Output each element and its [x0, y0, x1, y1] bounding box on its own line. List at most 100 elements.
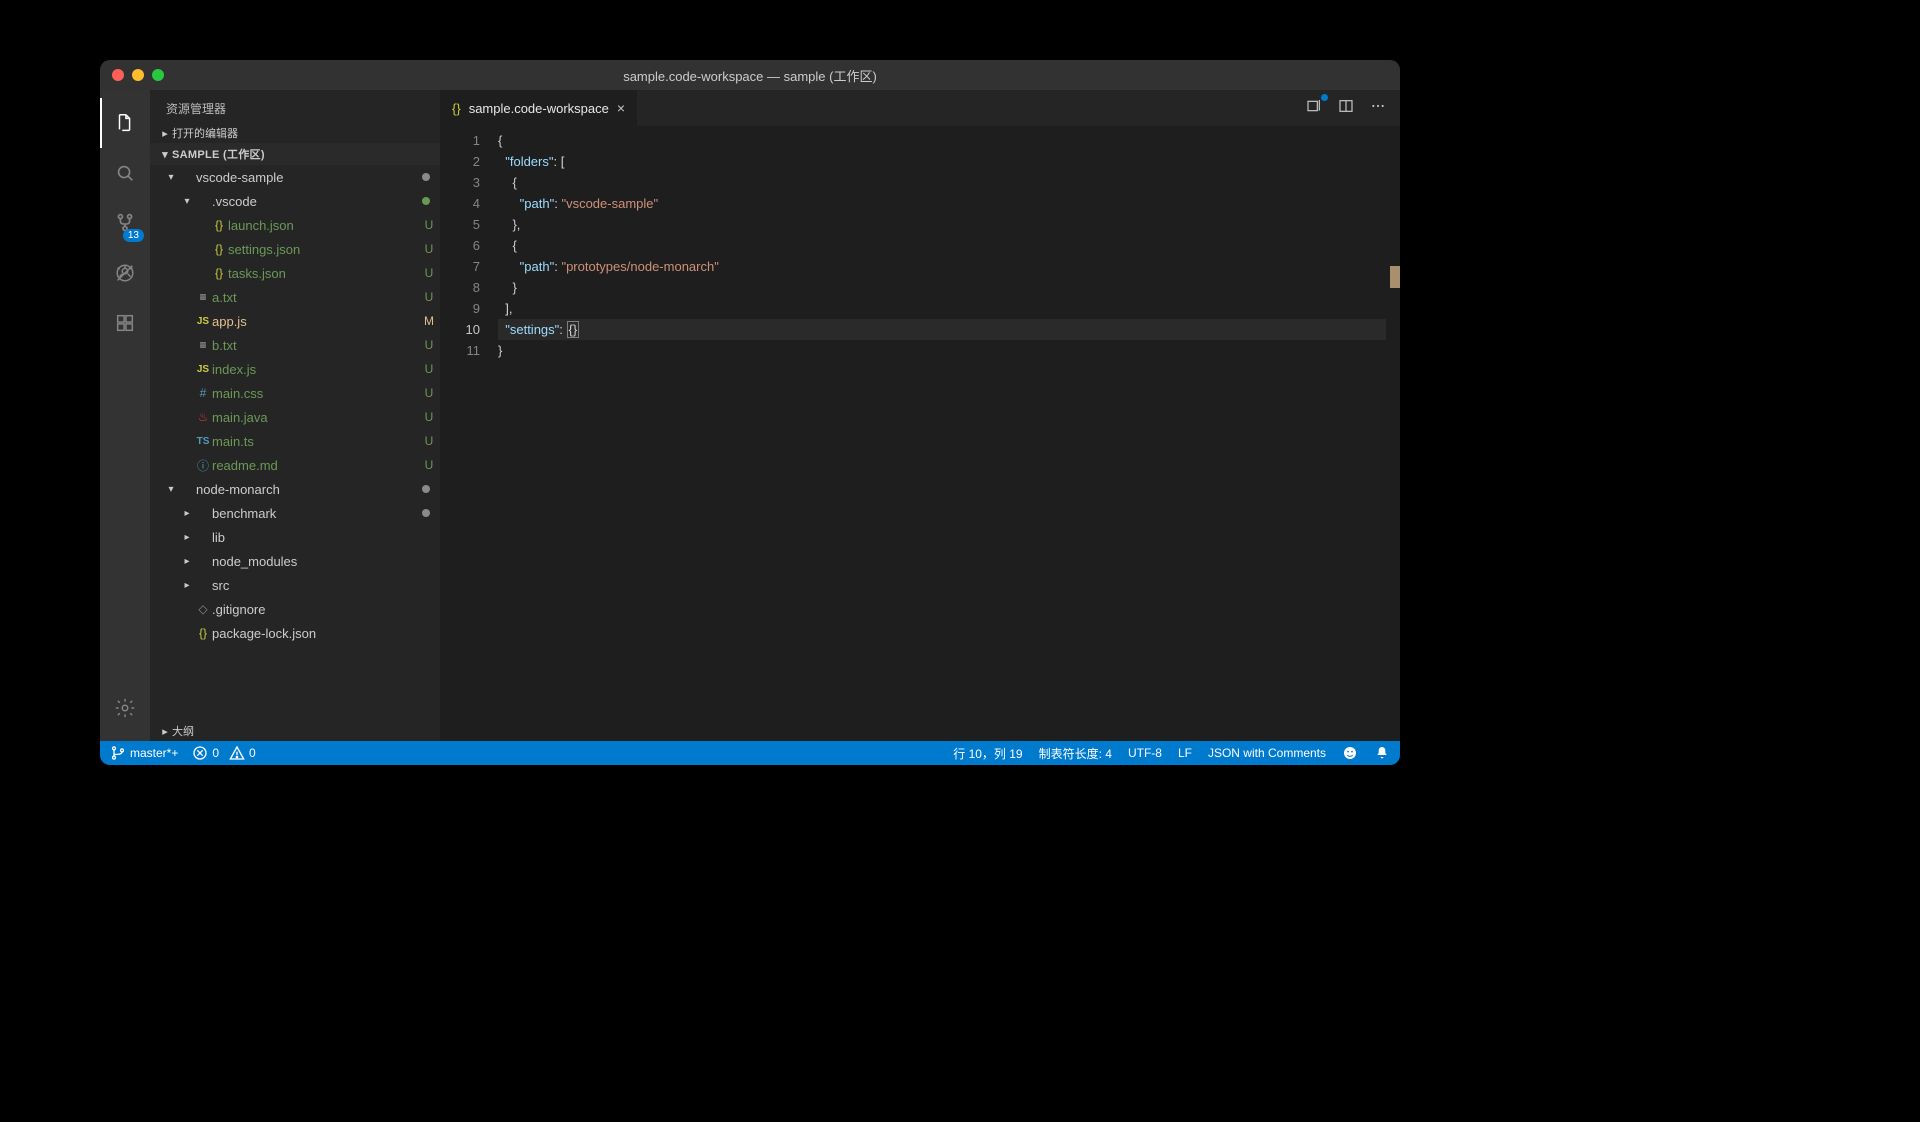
outline-section[interactable]: ▸ 大纲: [150, 721, 440, 741]
json-icon: {}: [194, 626, 212, 640]
close-icon[interactable]: ×: [617, 100, 625, 116]
js-icon: JS: [194, 364, 212, 375]
git-status-dot: [418, 482, 440, 496]
window-close-button[interactable]: [112, 69, 124, 81]
git-status: U: [418, 410, 440, 424]
ts-icon: TS: [194, 436, 212, 447]
folder-row[interactable]: ▸ node_modules: [150, 549, 440, 573]
vscode-window: sample.code-workspace — sample (工作区) 13: [100, 60, 1400, 765]
debug-icon[interactable]: [100, 248, 150, 298]
open-editors-section[interactable]: ▸ 打开的编辑器: [150, 123, 440, 143]
folder-row[interactable]: ▾.vscode: [150, 189, 440, 213]
tree-item-label: main.java: [212, 410, 418, 425]
tree-item-label: .vscode: [212, 194, 418, 209]
search-icon[interactable]: [100, 148, 150, 198]
json-icon: {}: [210, 242, 228, 256]
problems[interactable]: 0 0: [192, 745, 255, 761]
js-icon: JS: [194, 316, 212, 327]
editor-actions: [1306, 90, 1400, 126]
feedback-icon[interactable]: [1342, 745, 1358, 761]
tree-item-label: node_modules: [212, 554, 418, 569]
diff-icon[interactable]: [1306, 98, 1322, 119]
tab-label: sample.code-workspace: [469, 101, 609, 116]
explorer-icon[interactable]: [100, 98, 150, 148]
editor-group: {} sample.code-workspace ×: [440, 90, 1400, 741]
sidebar-header: 资源管理器: [150, 90, 440, 123]
git-status-dot: [418, 194, 440, 208]
branch-name: master*+: [130, 746, 178, 760]
tree-item-label: main.ts: [212, 434, 418, 449]
tree-item-label: src: [212, 578, 418, 593]
minimap[interactable]: [1386, 126, 1400, 741]
sidebar: 资源管理器 ▸ 打开的编辑器 ▾ SAMPLE (工作区) ▾vscode-sa…: [150, 90, 440, 741]
file-row[interactable]: {}launch.jsonU: [150, 213, 440, 237]
traffic-lights: [100, 69, 164, 81]
file-row[interactable]: ≡a.txtU: [150, 285, 440, 309]
git-icon: ◇: [194, 602, 212, 616]
code-editor[interactable]: 1234567891011 { "folders": [ { "path": "…: [440, 126, 1400, 741]
folder-row[interactable]: ▸benchmark: [150, 501, 440, 525]
folder-row[interactable]: ▾vscode-sample: [150, 165, 440, 189]
file-row[interactable]: JSapp.jsM: [150, 309, 440, 333]
git-status: U: [418, 434, 440, 448]
language-mode[interactable]: JSON with Comments: [1208, 746, 1326, 760]
file-row[interactable]: ♨main.javaU: [150, 405, 440, 429]
tree-item-label: settings.json: [228, 242, 418, 257]
folder-row[interactable]: ▸lib: [150, 525, 440, 549]
extensions-icon[interactable]: [100, 298, 150, 348]
java-icon: ♨: [194, 410, 212, 424]
git-status: U: [418, 362, 440, 376]
file-row[interactable]: JSindex.jsU: [150, 357, 440, 381]
tree-item-label: readme.md: [212, 458, 418, 473]
tree-item-label: a.txt: [212, 290, 418, 305]
chevron-right-icon: ▸: [158, 127, 172, 140]
cursor-position[interactable]: 行 10，列 19: [953, 745, 1022, 762]
more-actions-icon[interactable]: [1370, 98, 1386, 119]
file-row[interactable]: ≡b.txtU: [150, 333, 440, 357]
json-icon: {}: [210, 218, 228, 232]
chevron-down-icon: ▾: [158, 148, 172, 161]
settings-gear-icon[interactable]: [100, 683, 150, 733]
chevron-right-icon: ▸: [180, 556, 194, 567]
git-status: U: [418, 290, 440, 304]
eol[interactable]: LF: [1178, 746, 1192, 760]
chevron-right-icon: ▸: [180, 580, 194, 591]
chevron-right-icon: ▸: [158, 725, 172, 738]
git-status: U: [418, 242, 440, 256]
window-minimize-button[interactable]: [132, 69, 144, 81]
chevron-right-icon: ▸: [180, 508, 194, 519]
split-editor-icon[interactable]: [1338, 98, 1354, 119]
activity-bar: 13: [100, 90, 150, 741]
diff-badge: [1321, 94, 1328, 101]
tab-bar: {} sample.code-workspace ×: [440, 90, 1400, 126]
file-tree: ▾vscode-sample▾.vscode{}launch.jsonU{}se…: [150, 165, 440, 721]
notifications-icon[interactable]: [1374, 745, 1390, 761]
file-row[interactable]: #main.cssU: [150, 381, 440, 405]
tree-item-label: app.js: [212, 314, 418, 329]
git-status: U: [418, 338, 440, 352]
file-row[interactable]: ◇.gitignore: [150, 597, 440, 621]
file-row[interactable]: {}tasks.jsonU: [150, 261, 440, 285]
file-row[interactable]: ⓘreadme.mdU: [150, 453, 440, 477]
chevron-down-icon: ▾: [164, 172, 178, 183]
status-right: 行 10，列 19 制表符长度: 4 UTF-8 LF JSON with Co…: [953, 745, 1390, 762]
file-row[interactable]: {}package-lock.json: [150, 621, 440, 645]
tab-size[interactable]: 制表符长度: 4: [1039, 745, 1112, 762]
status-bar: master*+ 0 0 行 10，列 19 制表符长度: 4 UTF-8 LF…: [100, 741, 1400, 765]
folder-row[interactable]: ▸ src: [150, 573, 440, 597]
editor-tab[interactable]: {} sample.code-workspace ×: [440, 90, 637, 126]
git-branch[interactable]: master*+: [110, 745, 178, 761]
source-control-icon[interactable]: 13: [100, 198, 150, 248]
tree-item-label: index.js: [212, 362, 418, 377]
file-row[interactable]: {}settings.jsonU: [150, 237, 440, 261]
css-icon: #: [194, 386, 212, 400]
window-title: sample.code-workspace — sample (工作区): [100, 66, 1400, 85]
folder-row[interactable]: ▾node-monarch: [150, 477, 440, 501]
tree-item-label: tasks.json: [228, 266, 418, 281]
window-maximize-button[interactable]: [152, 69, 164, 81]
tree-item-label: node-monarch: [196, 482, 418, 497]
info-icon: ⓘ: [194, 457, 212, 474]
encoding[interactable]: UTF-8: [1128, 746, 1162, 760]
workspace-section[interactable]: ▾ SAMPLE (工作区): [150, 143, 440, 165]
file-row[interactable]: TSmain.tsU: [150, 429, 440, 453]
